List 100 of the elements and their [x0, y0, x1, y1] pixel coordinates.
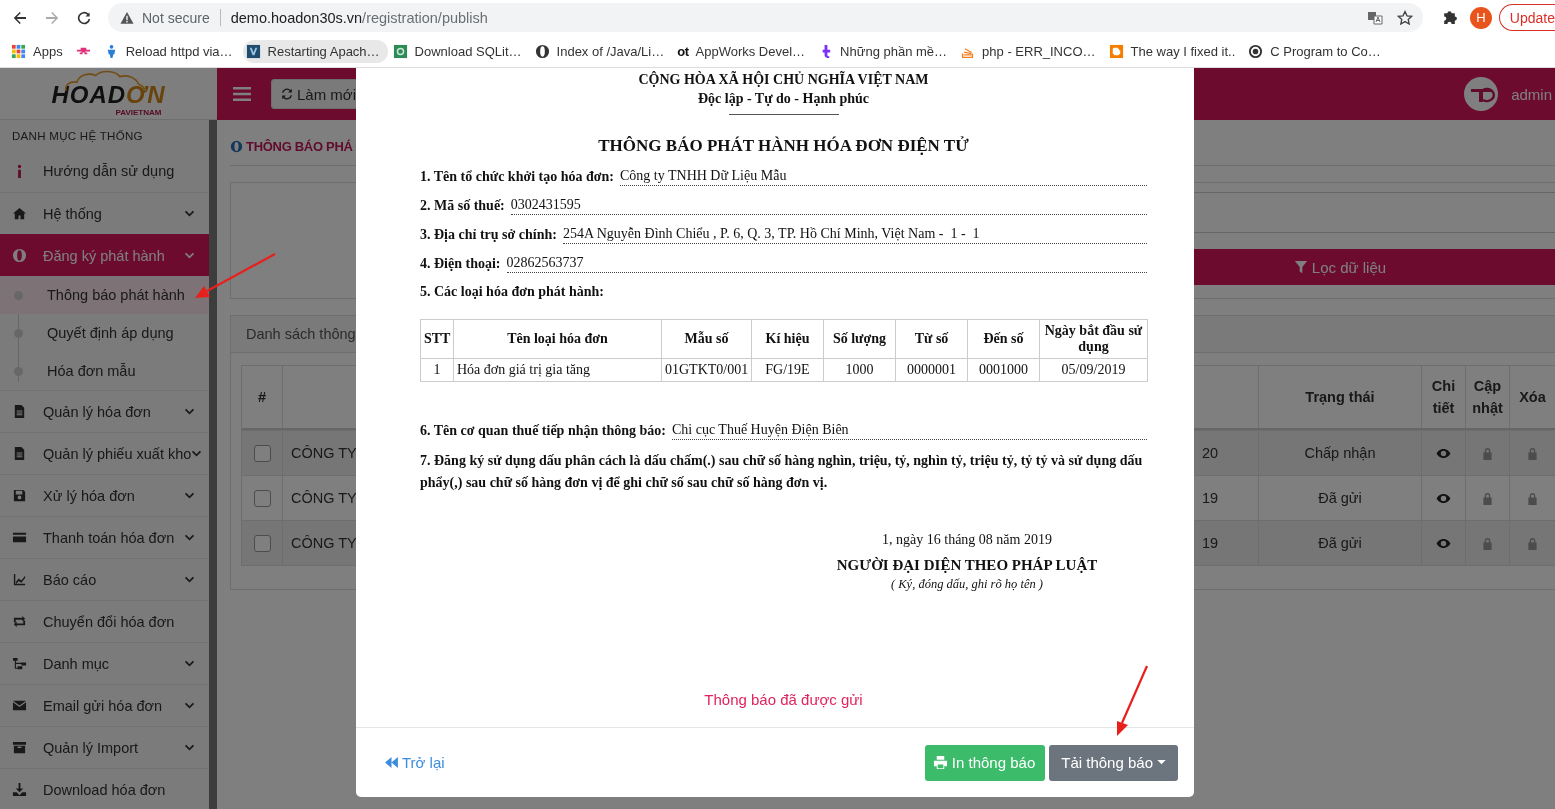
submenu-item[interactable]: Quyết định áp dụng [0, 314, 209, 352]
field-value: 0302431595 [510, 195, 1147, 215]
apps-grid-icon [11, 43, 26, 59]
eye-icon[interactable] [1436, 537, 1451, 549]
globe-icon [12, 248, 27, 263]
lock-icon [1527, 491, 1538, 505]
column-header: Số lượng [823, 319, 896, 359]
table-cell: CÔNG TY [291, 535, 357, 551]
table-cell: Đã gửi [1318, 490, 1362, 506]
clause-text: 7. Đăng ký sử dụng dấu phân cách là dấu chấm(.) sau chữ số hàng nghìn, triệu, tỷ, nghìn tỷ, triệu tỷ, tỷ tỷ và sử dụng dấu phẩy(,) sau chữ số hàng đơn vị để ghi chữ số sau chữ số hàng đơn vị. [420, 452, 1144, 492]
eye-icon[interactable] [1436, 492, 1451, 504]
table-cell: Hóa đơn giá trị gia tăng [453, 358, 662, 382]
column-header: Trạng thái [1258, 366, 1421, 428]
download-icon [12, 782, 27, 797]
chevron-down-icon [184, 576, 195, 583]
checkbox[interactable] [253, 534, 271, 552]
column-header: Mẫu số [661, 319, 752, 359]
table-cell: CÔNG TY [291, 490, 357, 506]
submenu-item[interactable]: Hóa đơn mẫu [0, 352, 209, 390]
table-cell: Chấp nhận [1304, 445, 1376, 461]
chevron-down-icon [184, 660, 195, 667]
table-cell: 05/09/2019 [1039, 358, 1148, 382]
archive-icon [12, 740, 27, 755]
submenu-item[interactable]: Thông báo phát hành [0, 276, 209, 314]
column-header: Xóa [1509, 366, 1555, 428]
scrollbar[interactable] [209, 120, 217, 809]
field-label: 2. Mã số thuế: [420, 197, 505, 215]
chevron-down-icon [184, 252, 195, 259]
forward-icon[interactable] [44, 9, 60, 26]
table-cell: 19 [1202, 490, 1219, 506]
home-icon [12, 206, 27, 221]
user-menu[interactable]: admin [1511, 85, 1552, 103]
column-header: Chi tiết [1421, 366, 1465, 428]
table-cell: 20 [1202, 445, 1219, 461]
checkbox[interactable] [253, 489, 271, 507]
field-label: 1. Tên tổ chức khởi tạo hóa đơn: [420, 168, 614, 186]
square-badge-icon [392, 43, 408, 59]
print-button[interactable]: In thông báo [924, 744, 1046, 781]
menu-icon[interactable] [233, 86, 251, 102]
column-header: # [256, 388, 268, 407]
menu-heading: DANH MỤC HỆ THỐNG [11, 129, 144, 144]
lock-icon [1482, 446, 1493, 460]
bookmark[interactable]: Apps [8, 39, 71, 63]
annotation-arrow [1117, 665, 1148, 736]
bookmark[interactable]: Những phần mề… [815, 39, 956, 63]
back-link[interactable]: Trở lại [384, 754, 445, 771]
field-value: Chi cục Thuế Huyện Điện Biên [671, 420, 1147, 440]
bookmark[interactable]: C Program to Co… [1245, 39, 1389, 63]
blogger-icon [1108, 43, 1124, 59]
update-button[interactable]: Update [1498, 4, 1555, 31]
table-cell: 1 [420, 358, 454, 382]
refresh-icon [280, 87, 294, 101]
column-header: Đến số [967, 319, 1040, 359]
back-icon[interactable] [12, 9, 28, 26]
table-cell: Đã gửi [1318, 535, 1362, 551]
bookmark[interactable]: Index of /Java/Li… [531, 39, 673, 63]
square-logo-icon [245, 43, 261, 59]
bookmark[interactable]: Restarting Apach… [242, 39, 388, 63]
address-bar[interactable]: Not secure demo.hoadon30s.vn/registration/publish [108, 3, 1423, 32]
sidebar-item[interactable]: Hướng dẫn sử dụng [0, 150, 209, 192]
section-heading: 5. Các loại hóa đơn phát hành: [420, 283, 604, 301]
bookmark[interactable]: Download SQLit… [389, 39, 530, 63]
checkbox[interactable] [253, 444, 271, 462]
tab[interactable]: Danh sách thông [246, 326, 356, 342]
bookmark[interactable]: Reload httpd via… [100, 39, 241, 63]
eye-icon[interactable] [1436, 447, 1451, 459]
chevron-down-icon [184, 702, 195, 709]
bookmark[interactable]: ot AppWorks Devel… [674, 39, 814, 63]
translate-icon[interactable] [1366, 9, 1383, 26]
bookmark[interactable]: php - ERR_INCO… [957, 39, 1104, 63]
reload-icon[interactable] [76, 9, 92, 26]
star-icon[interactable] [1396, 9, 1413, 26]
table-cell: 0000001 [895, 358, 968, 382]
swap-arrows-icon [12, 614, 27, 629]
avatar-icon[interactable] [1463, 76, 1500, 112]
sidebar-item[interactable]: Đăng ký phát hành [0, 234, 209, 276]
table-cell: 01GTKT0/001 [661, 358, 752, 382]
column-header: Ngày bắt đầu sử dụng [1039, 319, 1148, 359]
field-label: 6. Tên cơ quan thuế tiếp nhận thông báo: [420, 422, 666, 440]
lock-icon [1482, 491, 1493, 505]
logo-tagline: PAVIETNAM [115, 108, 162, 117]
bookmark[interactable]: The way I fixed it.. [1105, 39, 1244, 63]
envelope-icon [12, 698, 27, 713]
status-message: Thông báo đã được gửi [703, 690, 864, 710]
column-header: Kí hiệu [751, 319, 824, 359]
document-heading: CỘNG HÒA XÃ HỘI CHỦ NGHĨA VIỆT NAM [637, 70, 930, 89]
warning-icon [120, 10, 134, 25]
double-left-icon [384, 757, 399, 768]
chevron-down-icon [191, 450, 203, 457]
sitemap-icon [12, 656, 27, 671]
signature-title: NGƯỜI ĐẠI DIỆN THEO PHÁP LUẬT [835, 556, 1099, 575]
globe-icon [534, 43, 550, 59]
document-title: THÔNG BÁO PHÁT HÀNH HÓA ĐƠN ĐIỆN TỬ [597, 135, 970, 157]
signature-date: 1, ngày 16 tháng 08 năm 2019 [881, 531, 1053, 549]
column-header: Từ số [895, 319, 968, 359]
field-label: 4. Điện thoại: [420, 255, 501, 273]
column-header: Tên loại hóa đơn [453, 319, 662, 359]
download-button[interactable]: Tải thông báo [1049, 744, 1178, 781]
field-value: Công ty TNHH Dữ Liệu Mẫu [620, 166, 1147, 186]
profile-avatar[interactable]: H [1469, 6, 1492, 29]
